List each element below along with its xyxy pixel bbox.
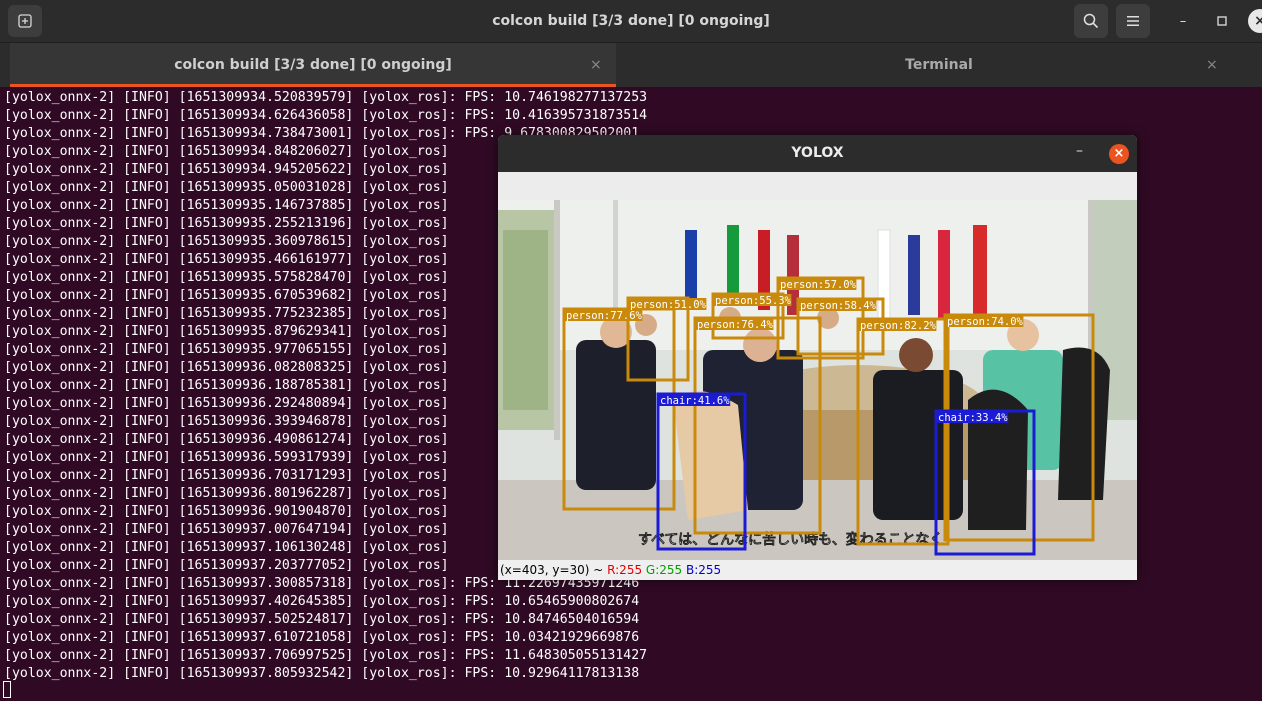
detection-label: person:76.4% — [697, 319, 774, 331]
detection-image[interactable]: すべては、どんなに苦しい時も、変わることなく person:77.6%perso… — [498, 200, 1137, 560]
menu-button[interactable] — [1116, 4, 1150, 38]
pixel-status-bar: (x=403, y=30) ~ R:255 G:255 B:255 — [498, 560, 1137, 580]
tab-terminal[interactable]: Terminal × — [616, 43, 1262, 87]
window-title: colcon build [3/3 done] [0 ongoing] — [492, 13, 770, 29]
terminal-line: [yolox_onnx-2] [INFO] [1651309937.402645… — [4, 594, 640, 609]
minimize-button[interactable]: – — [1172, 10, 1194, 32]
maximize-button[interactable] — [1211, 10, 1233, 32]
minimize-icon: – — [1076, 143, 1083, 159]
terminal-line: [yolox_onnx-2] [INFO] [1651309934.520839… — [4, 90, 648, 105]
yolox-window[interactable]: YOLOX – × すべては、どんなに苦しい時も、変わることなく person:… — [498, 135, 1137, 580]
terminal-line: [yolox_onnx-2] [INFO] [1651309937.805932… — [4, 666, 640, 681]
green-value: G:255 — [645, 563, 683, 577]
yolox-close-button[interactable]: × — [1109, 144, 1129, 164]
close-icon: × — [1254, 13, 1262, 29]
detection-label: person:82.2% — [860, 320, 937, 332]
blue-value: B:255 — [686, 563, 722, 577]
minimize-icon: – — [1179, 13, 1187, 29]
detection-label: person:57.0% — [780, 279, 857, 291]
tab-colcon-build[interactable]: colcon build [3/3 done] [0 ongoing] × — [10, 43, 616, 87]
search-icon — [1083, 13, 1099, 29]
terminal-line: [yolox_onnx-2] [INFO] [1651309937.502524… — [4, 612, 640, 627]
detection-label: person:51.0% — [630, 299, 707, 311]
close-icon: × — [1113, 146, 1125, 161]
red-value: R:255 — [607, 563, 643, 577]
cursor-coords: (x=403, y=30) ~ — [500, 563, 608, 577]
tab-label: colcon build [3/3 done] [0 ongoing] — [174, 57, 452, 73]
yolox-window-title: YOLOX — [791, 145, 844, 161]
title-bar: colcon build [3/3 done] [0 ongoing] – × — [0, 0, 1262, 42]
hamburger-menu-icon — [1127, 16, 1139, 26]
detection-label: person:58.4% — [800, 300, 877, 312]
terminal-cursor — [3, 681, 11, 698]
detection-label: person:77.6% — [566, 310, 643, 322]
detection-label: chair:41.6% — [660, 395, 730, 407]
yolox-minimize-button[interactable]: – — [1076, 143, 1083, 159]
detection-label: person:74.0% — [947, 316, 1024, 328]
yolox-title-bar: YOLOX – × — [498, 135, 1137, 172]
tab-label: Terminal — [905, 57, 973, 73]
terminal-line: [yolox_onnx-2] [INFO] [1651309937.706997… — [4, 648, 648, 663]
detection-label: person:55.3% — [715, 295, 792, 307]
yolox-toolbar — [498, 172, 1137, 201]
tab-close-icon[interactable]: × — [1206, 43, 1218, 87]
terminal-line: [yolox_onnx-2] [INFO] [1651309934.626436… — [4, 108, 648, 123]
tab-bar: colcon build [3/3 done] [0 ongoing] × Te… — [0, 42, 1262, 87]
tab-close-icon[interactable]: × — [590, 43, 602, 87]
terminal-line: [yolox_onnx-2] [INFO] [1651309937.610721… — [4, 630, 640, 645]
search-button[interactable] — [1074, 4, 1108, 38]
detection-label: chair:33.4% — [938, 412, 1008, 424]
maximize-icon — [1217, 16, 1227, 26]
